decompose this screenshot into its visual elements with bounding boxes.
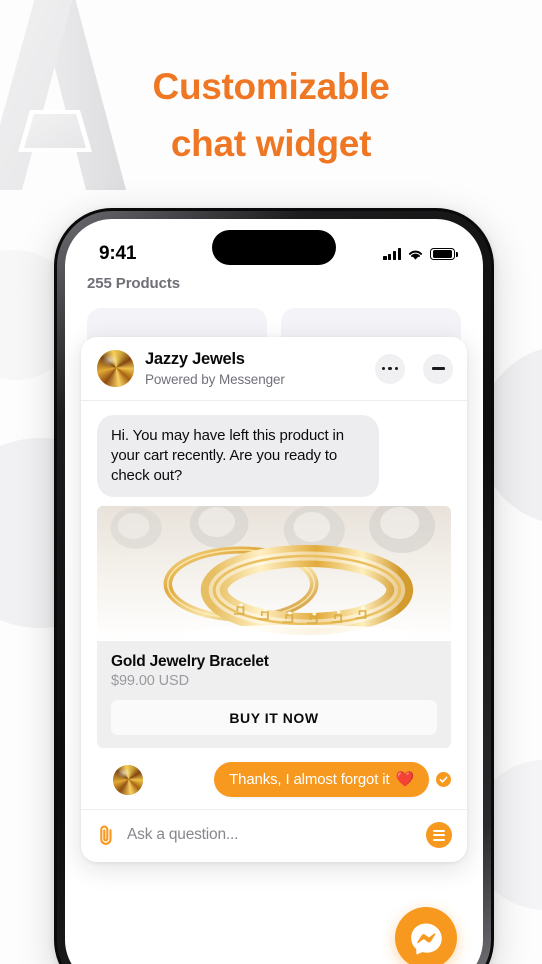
- wifi-icon: [408, 250, 423, 260]
- status-bar: 9:41: [65, 219, 483, 275]
- avatar: [97, 350, 134, 387]
- headline-line-1: Customizable: [152, 66, 390, 107]
- product-image[interactable]: [97, 506, 451, 642]
- product-card: Gold Jewelry Bracelet $99.00 USD BUY IT …: [97, 641, 451, 749]
- menu-icon-line: [433, 838, 445, 841]
- messenger-icon: [411, 923, 442, 955]
- minimize-icon: [431, 367, 445, 370]
- product-title: Gold Jewelry Bracelet: [111, 653, 269, 671]
- chat-menu-button[interactable]: [426, 822, 452, 849]
- gold-bangle-bracelets-photo: [97, 506, 451, 642]
- phone-screen: 9:41 255 Products Jazzy Jewels Powered b…: [65, 219, 483, 964]
- chat-widget-titles: Jazzy Jewels Powered by Messenger: [145, 350, 357, 387]
- menu-icon-line: [433, 834, 445, 837]
- buy-it-now-button[interactable]: BUY IT NOW: [111, 700, 437, 736]
- status-time: 9:41: [99, 243, 137, 264]
- status-icons: [383, 247, 458, 261]
- avatar: [113, 765, 143, 796]
- products-count-label: 255 Products: [87, 275, 181, 292]
- chat-input-bar: [81, 809, 467, 863]
- bot-message-bubble: Hi. You may have left this product in yo…: [97, 415, 379, 498]
- product-price: $99.00 USD: [111, 673, 189, 690]
- phone-mockup: 9:41 255 Products Jazzy Jewels Powered b…: [54, 208, 494, 964]
- more-options-button[interactable]: [375, 353, 405, 384]
- chat-widget-body: Hi. You may have left this product in yo…: [81, 401, 467, 810]
- more-options-icon: [381, 366, 399, 371]
- heart-icon: ❤️: [395, 771, 414, 789]
- bot-message-row: Hi. You may have left this product in yo…: [81, 415, 467, 498]
- headline-line-2: chat widget: [170, 122, 372, 164]
- user-message-bubble: Thanks, I almost forgot it ❤️: [214, 762, 429, 798]
- minimize-button[interactable]: [423, 353, 453, 384]
- chat-brand-name: Jazzy Jewels: [145, 350, 245, 369]
- page-title: Customizable chat widget: [0, 60, 542, 172]
- check-circle-icon: [436, 772, 451, 787]
- signal-bars-icon: [383, 248, 401, 260]
- user-reply-row: Thanks, I almost forgot it ❤️: [81, 752, 467, 801]
- chat-widget-header: Jazzy Jewels Powered by Messenger: [81, 337, 467, 401]
- menu-icon-line: [433, 829, 445, 832]
- chat-powered-by-label: Powered by Messenger: [145, 371, 285, 387]
- seen-check-icon: [436, 772, 451, 788]
- user-message-text: Thanks, I almost forgot it: [229, 771, 390, 789]
- battery-full-icon: [430, 247, 458, 261]
- messenger-fab-button[interactable]: [395, 907, 457, 964]
- dynamic-island: [212, 230, 336, 265]
- user-reply-wrap: Thanks, I almost forgot it ❤️: [97, 762, 451, 798]
- paperclip-icon[interactable]: [96, 824, 116, 846]
- chat-widget: Jazzy Jewels Powered by Messenger Hi. Yo…: [81, 337, 467, 863]
- ask-a-question-input[interactable]: [127, 826, 415, 845]
